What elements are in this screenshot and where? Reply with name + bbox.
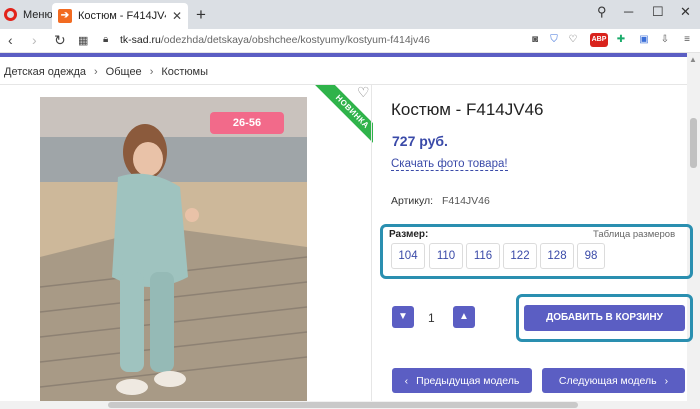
address-bar: ‹ › ↻ ▦ 🔒︎ tk-sad.ru/odezhda/detskaya/ob… <box>0 29 700 53</box>
size-option[interactable]: 104 <box>391 243 425 269</box>
next-model-button[interactable]: Следующая модель › <box>542 368 685 393</box>
breadcrumb-item[interactable]: Костюмы <box>161 66 208 78</box>
camera-icon[interactable]: ◙ <box>528 33 542 47</box>
quantity-decrease-button[interactable]: ▼ <box>392 306 414 328</box>
breadcrumb-item[interactable]: Общее <box>106 66 142 78</box>
favorite-heart-icon[interactable]: ♡ <box>357 84 370 101</box>
menu-label: Меню <box>23 8 53 21</box>
scroll-up-icon[interactable]: ▲ <box>689 55 697 64</box>
adblock-icon[interactable]: ABP <box>590 33 608 47</box>
maximize-icon[interactable]: ☐ <box>652 4 664 20</box>
speed-dial-icon[interactable]: ▦ <box>78 34 88 47</box>
quantity-increase-button[interactable]: ▲ <box>453 306 475 328</box>
chevron-right-icon: › <box>93 66 98 78</box>
url-path: /odezhda/detskaya/obshchee/kostyumy/kost… <box>160 34 430 46</box>
close-window-icon[interactable]: ✕ <box>680 4 691 20</box>
menu-icon[interactable]: ≡ <box>680 33 694 47</box>
chevron-right-icon: › <box>149 66 154 78</box>
add-to-cart-button[interactable]: ДОБАВИТЬ В КОРЗИНУ <box>524 305 685 331</box>
forward-icon[interactable]: › <box>32 32 37 48</box>
active-tab[interactable]: ➔ Костюм - F414JV46, Кост ✕ <box>52 3 188 29</box>
size-option[interactable]: 98 <box>577 243 605 269</box>
minimize-icon[interactable]: ─ <box>624 4 633 19</box>
breadcrumb: Детская одежда › Общее › Костюмы <box>4 61 208 83</box>
size-option[interactable]: 116 <box>466 243 500 269</box>
size-option[interactable]: 128 <box>540 243 574 269</box>
product-photo[interactable] <box>40 97 307 409</box>
chat-icon[interactable]: ▣ <box>637 33 651 47</box>
chevron-left-icon: ‹ <box>404 374 409 387</box>
back-icon[interactable]: ‹ <box>8 32 13 48</box>
download-icon[interactable]: ⇩ <box>658 33 672 47</box>
article-label: Артикул: <box>391 195 434 207</box>
opera-logo-icon <box>4 8 17 21</box>
download-photo-link[interactable]: Скачать фото товара! <box>391 158 508 171</box>
previous-model-label: Предыдущая модель <box>416 374 520 387</box>
site-accent-bar <box>0 53 687 57</box>
opera-menu-button[interactable]: Меню <box>4 4 53 25</box>
size-label: Размер: <box>389 229 429 240</box>
next-model-label: Следующая модель <box>558 374 657 387</box>
divider <box>371 85 372 409</box>
quantity-value[interactable]: 1 <box>428 311 435 325</box>
search-icon[interactable]: ⚲ <box>597 4 607 20</box>
size-range-badge: 26-56 <box>210 112 284 134</box>
lock-icon: 🔒︎ <box>103 34 109 45</box>
product-title: Костюм - F414JV46 <box>391 100 544 119</box>
shield-icon[interactable]: ⛉ <box>547 33 561 47</box>
size-option[interactable]: 122 <box>503 243 537 269</box>
url-host: tk-sad.ru <box>120 34 161 46</box>
heart-icon[interactable]: ♡ <box>566 33 580 47</box>
gift-icon[interactable]: ✚ <box>614 33 628 47</box>
site-favicon-icon: ➔ <box>58 9 72 23</box>
url-field[interactable]: tk-sad.ru/odezhda/detskaya/obshchee/kost… <box>120 34 430 46</box>
size-table-link[interactable]: Таблица размеров <box>593 229 675 240</box>
browser-tab-bar: Меню ➔ Костюм - F414JV46, Кост ✕ + ⚲ ─ ☐… <box>0 0 700 29</box>
tab-title: Костюм - F414JV46, Кост <box>78 10 166 22</box>
breadcrumb-item[interactable]: Детская одежда <box>4 66 86 78</box>
previous-model-button[interactable]: ‹ Предыдущая модель <box>392 368 532 393</box>
article-value: F414JV46 <box>442 195 490 207</box>
size-option[interactable]: 110 <box>429 243 463 269</box>
tab-close-icon[interactable]: ✕ <box>172 9 182 23</box>
new-tab-icon[interactable]: + <box>196 5 206 25</box>
product-price: 727 руб. <box>392 133 448 149</box>
reload-icon[interactable]: ↻ <box>54 32 66 49</box>
horizontal-scroll-thumb[interactable] <box>108 402 578 408</box>
chevron-right-icon: › <box>664 374 669 387</box>
vertical-scroll-thumb[interactable] <box>690 118 697 168</box>
